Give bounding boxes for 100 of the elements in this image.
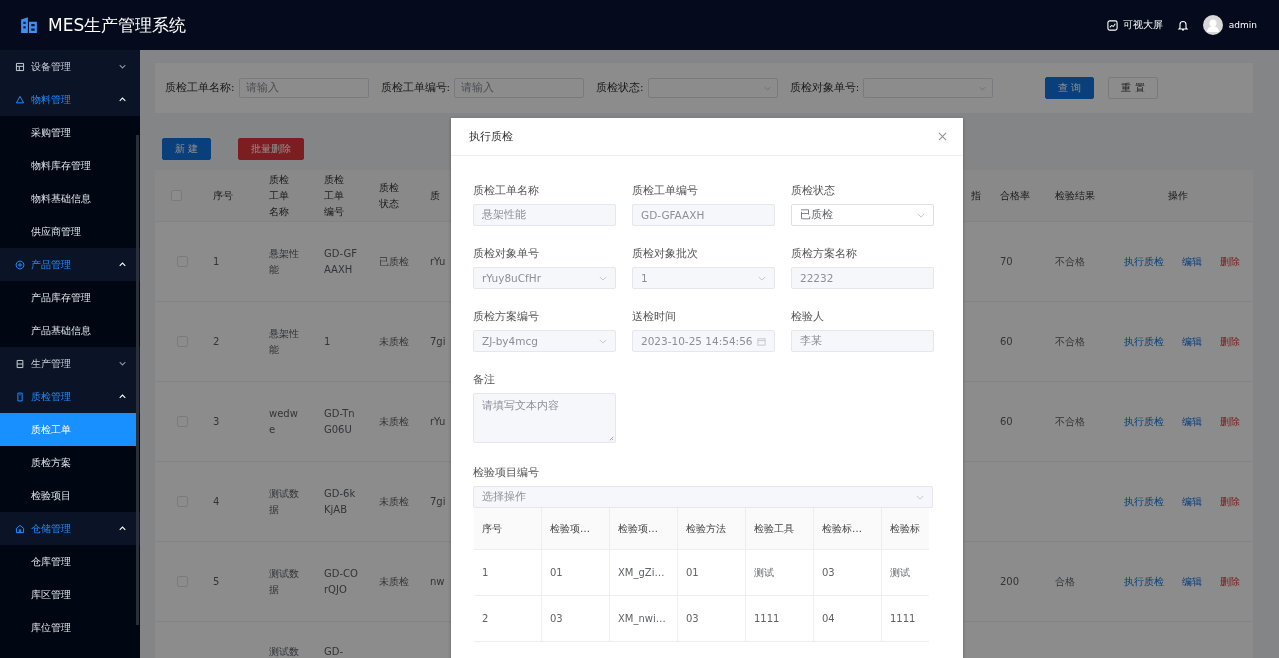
menu-group[interactable]: 仓储管理 <box>0 512 140 545</box>
table-cell-text: 60 <box>1000 414 1013 429</box>
menu-icon <box>15 61 25 72</box>
menu-item[interactable]: 物料库存管理 <box>0 149 137 182</box>
menu-group[interactable]: 生产管理 <box>0 347 140 380</box>
table-cell-text: 悬架性能 <box>269 326 300 357</box>
table-cell-text: 已质检 <box>379 254 409 269</box>
menu-group[interactable]: 设备管理 <box>0 50 140 83</box>
column-header: 操作 <box>1167 188 1189 203</box>
caret-icon <box>758 275 766 281</box>
table-cell: 测试 <box>746 550 814 595</box>
table-cell: 2 <box>474 596 542 641</box>
action-link[interactable]: 编辑 <box>1181 253 1202 270</box>
table-cell: XM_nwi… <box>610 596 678 641</box>
table-cell: 03 <box>814 550 882 595</box>
menu-item[interactable]: 检验项目 <box>0 479 137 512</box>
caret-icon <box>916 494 924 500</box>
table-cell-text: 70 <box>1000 254 1013 269</box>
table-cell-text: 7gi <box>430 494 446 509</box>
table-cell-text: 1 <box>213 254 220 269</box>
action-link[interactable]: 编辑 <box>1181 573 1202 590</box>
table-cell-text: 不合格 <box>1055 254 1085 269</box>
table-cell-text: 3 <box>213 414 220 429</box>
table-cell-text: rYu <box>430 254 446 269</box>
menu-item[interactable]: 采购管理 <box>0 116 137 149</box>
app-title: MES生产管理系统 <box>48 13 187 37</box>
menu-item[interactable]: 库区管理 <box>0 578 137 611</box>
action-link[interactable]: 执行质检 <box>1123 493 1164 510</box>
table-cell-text: 4 <box>213 494 220 509</box>
field-label: 质检对象批次 <box>632 247 698 261</box>
menu-item[interactable]: 仓库管理 <box>0 545 137 578</box>
action-link[interactable]: 执行质检 <box>1123 333 1164 350</box>
chevron-up-icon <box>119 262 126 267</box>
avatar[interactable] <box>1202 15 1223 35</box>
action-link[interactable]: 编辑 <box>1181 493 1202 510</box>
column-header: 检验标 <box>882 508 929 549</box>
bell-icon[interactable] <box>1176 19 1189 31</box>
table-cell: 1 <box>474 550 542 595</box>
menu-item[interactable]: 质检方案 <box>0 446 137 479</box>
menu-group[interactable]: 产品管理 <box>0 248 140 281</box>
menu-icon <box>15 358 25 369</box>
table-cell: 1111 <box>746 596 814 641</box>
dashboard-link[interactable]: 可视大屏 <box>1106 18 1163 32</box>
chevron-down-icon <box>119 361 126 366</box>
table-cell-text: 不合格 <box>1055 334 1085 349</box>
search-button[interactable]: 查 询 <box>1045 77 1095 99</box>
column-header: 合格率 <box>1000 188 1031 203</box>
table-cell: 03 <box>542 596 610 641</box>
new-button[interactable]: 新 建 <box>162 138 212 160</box>
menu-item[interactable]: 供应商管理 <box>0 215 137 248</box>
table-cell-text: 未质检 <box>379 494 409 509</box>
delete-link[interactable]: 删除 <box>1219 573 1240 590</box>
delete-link[interactable]: 删除 <box>1219 413 1240 430</box>
column-header: 指 <box>970 188 982 203</box>
menu-icon <box>15 94 25 105</box>
table-cell-text: 测试数据 <box>269 486 300 517</box>
table-cell: 01 <box>678 550 746 595</box>
batch-delete-button[interactable]: 批量删除 <box>238 138 305 160</box>
menu-item[interactable]: 库位管理 <box>0 611 137 644</box>
column-header: 质检工单编号 <box>323 172 345 219</box>
menu-icon <box>15 259 25 270</box>
menu-group[interactable]: 质检管理 <box>0 380 140 413</box>
chart-icon <box>1106 19 1118 31</box>
close-icon[interactable] <box>938 132 947 141</box>
table-cell-text: nw <box>430 574 445 589</box>
delete-link[interactable]: 删除 <box>1219 253 1240 270</box>
caret-icon <box>917 212 925 218</box>
field-label: 检验项目编号 <box>473 466 540 480</box>
table-cell-text: 7gi <box>430 334 446 349</box>
delete-link[interactable]: 删除 <box>1219 493 1240 510</box>
table-cell-text: 合格 <box>1055 574 1075 589</box>
action-link[interactable]: 编辑 <box>1181 413 1202 430</box>
column-header: 质 <box>429 188 441 203</box>
user-name[interactable]: admin <box>1228 20 1257 30</box>
table-cell-text: 未质检 <box>379 574 409 589</box>
reset-button[interactable]: 重 置 <box>1108 77 1158 99</box>
delete-link[interactable]: 删除 <box>1219 333 1240 350</box>
calendar-icon <box>757 336 766 346</box>
column-header: 检验工具 <box>746 508 814 549</box>
action-link[interactable]: 编辑 <box>1181 333 1202 350</box>
menu-item[interactable]: 物料基础信息 <box>0 182 137 215</box>
table-cell-text: GD-COrQJO <box>324 566 359 597</box>
field-label: 质检状态 <box>791 184 835 198</box>
building-icon <box>20 16 38 34</box>
menu-item[interactable]: 产品基础信息 <box>0 314 137 347</box>
field-label: 质检工单编号: <box>380 81 451 95</box>
menu-item[interactable]: 产品库存管理 <box>0 281 137 314</box>
select-field[interactable]: 已质检 <box>791 204 934 226</box>
action-link[interactable]: 执行质检 <box>1123 253 1164 270</box>
action-link[interactable]: 执行质检 <box>1123 413 1164 430</box>
field-label: 质检工单编号 <box>632 184 698 198</box>
column-header: 质检状态 <box>378 180 400 211</box>
menu-icon <box>15 391 25 402</box>
table-cell-text: 5 <box>213 574 220 589</box>
action-link[interactable]: 执行质检 <box>1123 573 1164 590</box>
table-cell-text: 悬架性能 <box>269 246 300 277</box>
menu-item[interactable]: 质检工单 <box>0 413 137 446</box>
menu-group[interactable]: 物料管理 <box>0 83 140 116</box>
column-header: 检验项… <box>610 508 678 549</box>
table-cell-text: wedwe <box>269 406 299 437</box>
